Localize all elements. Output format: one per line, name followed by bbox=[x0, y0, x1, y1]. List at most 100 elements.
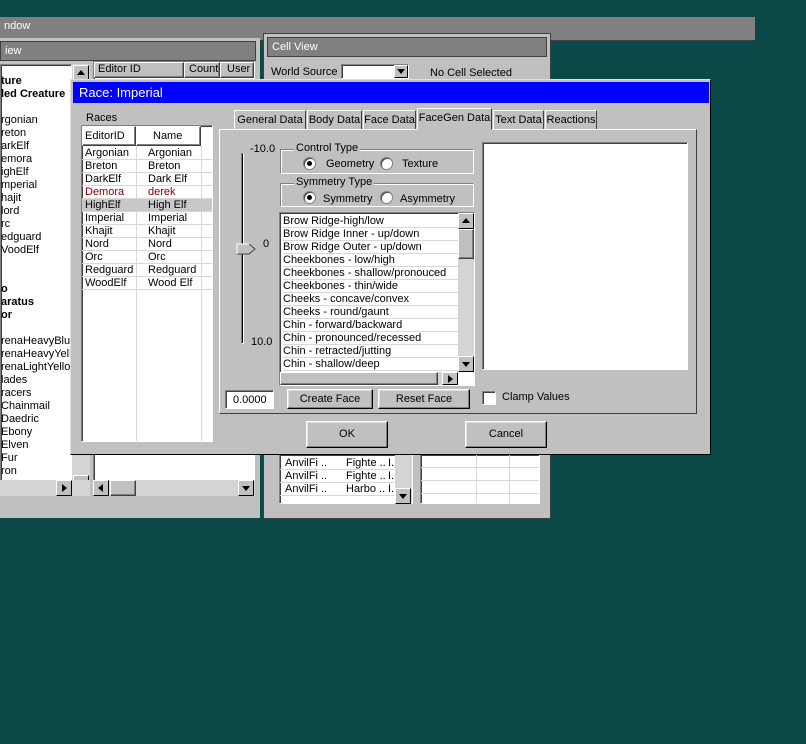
cell-ref-scrollbar[interactable] bbox=[395, 454, 412, 504]
col-editor-id[interactable]: Editor ID bbox=[94, 62, 184, 78]
race-dialog-titlebar[interactable]: Race: Imperial bbox=[73, 82, 709, 103]
col-user[interactable]: User bbox=[220, 62, 254, 78]
tree-item[interactable]: Daedric bbox=[1, 413, 71, 426]
race-row[interactable]: Khajit Khajit bbox=[82, 225, 212, 238]
morph-list[interactable]: Brow Ridge-high/low Brow Ridge Inner - up… bbox=[279, 212, 475, 386]
tab-facegen-data[interactable]: FaceGen Data bbox=[417, 108, 492, 130]
tree-item[interactable]: ighElf bbox=[1, 166, 71, 179]
tree-item[interactable]: renaLightYello bbox=[1, 361, 71, 374]
race-row[interactable]: WoodElf Wood Elf bbox=[82, 277, 212, 290]
tree-item[interactable]: hajit bbox=[1, 192, 71, 205]
col-name-header[interactable]: Name bbox=[136, 126, 201, 146]
morph-item[interactable]: Brow Ridge Outer - up/down bbox=[283, 241, 458, 254]
tree-item[interactable]: reton bbox=[1, 127, 71, 140]
asymmetry-radio[interactable] bbox=[380, 191, 393, 204]
cell-ref-row[interactable]: AnvilFi .. Harbo .. I.. bbox=[280, 483, 397, 496]
morph-item[interactable]: Chin - forward/backward bbox=[283, 319, 458, 332]
cell-ref-list[interactable]: AnvilFi .. Fighte .. I.. AnvilFi .. Fighte .… bbox=[279, 454, 413, 504]
col-editor-id-header[interactable]: EditorID bbox=[82, 126, 136, 146]
morph-list-vscroll[interactable] bbox=[458, 213, 474, 372]
tree-item[interactable]: lades bbox=[1, 374, 71, 387]
race-row[interactable]: Imperial Imperial bbox=[82, 212, 212, 225]
morph-item[interactable]: Cheekbones - low/high bbox=[283, 254, 458, 267]
tab-body-data[interactable]: Body Data bbox=[307, 110, 362, 130]
geometry-radio[interactable] bbox=[303, 157, 316, 170]
clamp-values-checkbox[interactable] bbox=[482, 391, 496, 405]
tree-item[interactable]: VoodElf bbox=[1, 244, 71, 257]
tab-text-data[interactable]: Text Data bbox=[493, 110, 544, 130]
face-preview[interactable] bbox=[482, 142, 688, 370]
cell-detail-grid[interactable] bbox=[420, 454, 540, 504]
race-row[interactable]: Demora derek bbox=[82, 186, 212, 199]
ok-button[interactable]: OK bbox=[306, 421, 388, 448]
race-row[interactable]: Orc Orc bbox=[82, 251, 212, 264]
scroll-down-icon[interactable] bbox=[458, 356, 474, 372]
symmetry-radio[interactable] bbox=[303, 191, 316, 204]
tab-reactions[interactable]: Reactions bbox=[545, 110, 597, 130]
tree-horizontal-scrollbar[interactable] bbox=[0, 480, 90, 496]
morph-list-hscroll[interactable] bbox=[280, 372, 458, 385]
morph-value-field[interactable]: 0.0000 bbox=[225, 390, 274, 409]
morph-item[interactable]: Cheekbones - shallow/pronouced bbox=[283, 267, 458, 280]
scroll-thumb[interactable] bbox=[280, 372, 438, 385]
tree-item[interactable]: rc bbox=[1, 218, 71, 231]
tree-item[interactable]: Elven bbox=[1, 439, 71, 452]
tree-item[interactable] bbox=[1, 257, 71, 270]
scroll-right-icon[interactable] bbox=[56, 480, 72, 496]
tree-item[interactable]: Fur bbox=[1, 452, 71, 465]
cell-view-titlebar[interactable]: Cell View bbox=[267, 37, 547, 57]
tree-item[interactable]: arkElf bbox=[1, 140, 71, 153]
texture-radio[interactable] bbox=[380, 157, 393, 170]
tree-item[interactable]: Ebony bbox=[1, 426, 71, 439]
tree-item[interactable]: o bbox=[1, 283, 71, 296]
race-row[interactable]: Argonian Argonian bbox=[82, 147, 212, 160]
morph-item[interactable]: Cheeks - round/gaunt bbox=[283, 306, 458, 319]
morph-item[interactable]: Brow Ridge-high/low bbox=[283, 215, 458, 228]
world-source-select[interactable] bbox=[341, 64, 409, 79]
morph-item[interactable]: Cheeks - concave/convex bbox=[283, 293, 458, 306]
cell-ref-row[interactable]: AnvilFi .. Fighte .. I.. bbox=[280, 470, 397, 483]
tab-general-data[interactable]: General Data bbox=[234, 110, 306, 130]
object-window-titlebar[interactable]: iew bbox=[0, 41, 256, 61]
tree-item[interactable]: edguard bbox=[1, 231, 71, 244]
tab-face-data[interactable]: Face Data bbox=[363, 110, 416, 130]
morph-item[interactable]: Cheekbones - thin/wide bbox=[283, 280, 458, 293]
scroll-thumb[interactable] bbox=[110, 480, 136, 496]
tree-item[interactable]: mperial bbox=[1, 179, 71, 192]
tree-item[interactable]: ron bbox=[1, 465, 71, 478]
tree-item[interactable] bbox=[1, 270, 71, 283]
tree-item[interactable]: renaHeavyBlu bbox=[1, 335, 71, 348]
races-list[interactable]: EditorID Name Argonian Argonian Breton Bret… bbox=[81, 125, 213, 442]
tree-item[interactable]: aratus bbox=[1, 296, 71, 309]
morph-item[interactable]: Brow Ridge Inner - up/down bbox=[283, 228, 458, 241]
tree-item[interactable]: or bbox=[1, 309, 71, 322]
scroll-thumb[interactable] bbox=[458, 229, 474, 259]
col-count[interactable]: Count bbox=[184, 62, 220, 78]
tree-item[interactable]: emora bbox=[1, 153, 71, 166]
morph-item[interactable]: Chin - shallow/deep bbox=[283, 358, 458, 371]
scroll-left-icon[interactable] bbox=[93, 480, 109, 496]
cancel-button[interactable]: Cancel bbox=[465, 421, 547, 448]
object-tree[interactable]: ture led Creature rgonian reton arkElf emora i… bbox=[0, 64, 72, 494]
race-row[interactable]: Breton Breton bbox=[82, 160, 212, 173]
tree-item[interactable] bbox=[1, 101, 71, 114]
morph-item[interactable]: Chin - retracted/jutting bbox=[283, 345, 458, 358]
reset-face-button[interactable]: Reset Face bbox=[378, 389, 470, 409]
list-horizontal-scrollbar[interactable] bbox=[93, 480, 255, 496]
race-row[interactable]: HighElf High Elf bbox=[82, 199, 212, 212]
tree-item[interactable]: rgonian bbox=[1, 114, 71, 127]
cell-ref-row[interactable]: AnvilFi .. Fighte .. I.. bbox=[280, 457, 397, 470]
tree-item[interactable]: Chainmail bbox=[1, 400, 71, 413]
tree-item[interactable]: renaHeavyYell bbox=[1, 348, 71, 361]
morph-item[interactable]: Chin - pronounced/recessed bbox=[283, 332, 458, 345]
scroll-right-icon[interactable] bbox=[442, 372, 458, 385]
create-face-button[interactable]: Create Face bbox=[287, 389, 373, 409]
race-row[interactable]: Nord Nord bbox=[82, 238, 212, 251]
tree-item[interactable] bbox=[1, 322, 71, 335]
tree-item[interactable]: lord bbox=[1, 205, 71, 218]
scroll-down-icon[interactable] bbox=[238, 480, 254, 496]
scroll-down-icon[interactable] bbox=[395, 488, 411, 504]
tree-item[interactable]: led Creature bbox=[1, 88, 71, 101]
tree-item[interactable]: racers bbox=[1, 387, 71, 400]
scroll-up-icon[interactable] bbox=[458, 213, 474, 229]
